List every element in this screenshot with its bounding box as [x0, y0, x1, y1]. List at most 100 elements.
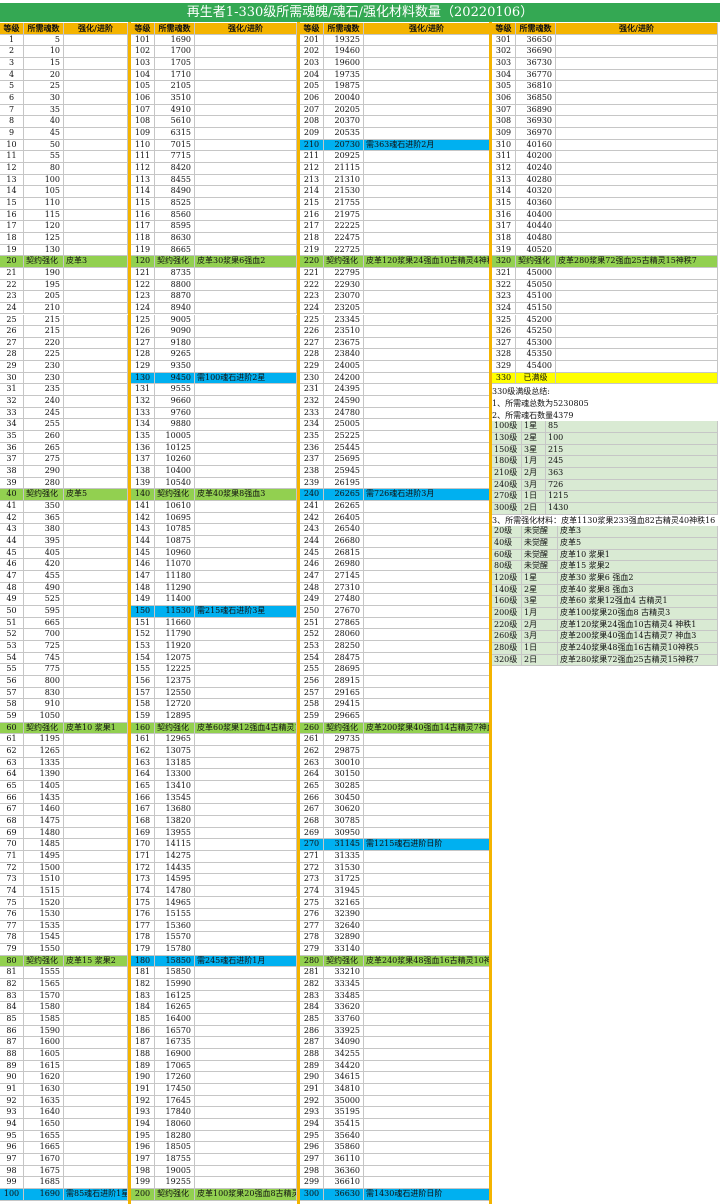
- level-cell: 207: [300, 104, 324, 117]
- upgrade-cell: [195, 1084, 297, 1096]
- level-cell: 100: [0, 1189, 24, 1201]
- level-cell: 158: [131, 699, 155, 711]
- upgrade-cell: [364, 932, 490, 945]
- contract-label: 契约强化: [24, 256, 64, 268]
- upgrade-cell: [556, 186, 718, 198]
- souls-cell: 1475: [24, 815, 64, 828]
- upgrade-cell: [195, 944, 297, 956]
- souls-cell: 29875: [324, 745, 364, 758]
- upgrade-cell: [195, 291, 297, 303]
- upgrade-cell: [364, 326, 490, 338]
- level-cell: 236: [300, 442, 324, 455]
- level-cell: 184: [131, 1002, 155, 1015]
- level-cell: 121: [131, 267, 155, 280]
- upgrade-cell: [195, 314, 297, 327]
- material-cell: 皮革40 浆果8 强血3: [558, 584, 718, 597]
- souls-cell: 9090: [155, 326, 195, 338]
- upgrade-cell: [64, 314, 128, 327]
- upgrade-cell: [195, 710, 297, 723]
- upgrade-cell: [364, 1177, 490, 1189]
- material-cell: 皮革5: [558, 538, 718, 550]
- souls-cell: 15570: [155, 932, 195, 945]
- level-cell: 202: [300, 46, 324, 58]
- upgrade-cell: [195, 850, 297, 863]
- souls-cell: 26815: [324, 547, 364, 560]
- upgrade-cell: [364, 221, 490, 233]
- level-cell: 208: [300, 116, 324, 128]
- souls-cell: 490: [24, 582, 64, 595]
- upgrade-cell: [195, 594, 297, 606]
- upgrade-cell: [556, 127, 718, 140]
- souls-cell: 1460: [24, 804, 64, 816]
- upgrade-cell: [195, 92, 297, 105]
- material-cell: 60级: [492, 549, 522, 562]
- level-cell: 91: [0, 1084, 24, 1096]
- level-cell: 330: [492, 372, 516, 385]
- souls-cell: 80: [24, 162, 64, 175]
- level-cell: 19: [0, 244, 24, 257]
- souls-cell: 40240: [516, 162, 556, 175]
- souls-cell: 190: [24, 267, 64, 280]
- upgrade-cell: [195, 757, 297, 770]
- upgrade-cell: [195, 326, 297, 338]
- level-cell: 139: [131, 477, 155, 490]
- upgrade-cell: [556, 326, 718, 338]
- souls-cell: 25945: [324, 466, 364, 478]
- level-cell: 127: [131, 337, 155, 350]
- souls-cell: 34810: [324, 1084, 364, 1096]
- header-souls: 所需魂数: [324, 23, 364, 35]
- souls-cell: 8525: [155, 197, 195, 210]
- souls-cell: 36610: [324, 1177, 364, 1189]
- level-cell: 122: [131, 279, 155, 292]
- level-cell: 118: [131, 232, 155, 245]
- souls-cell: 800: [24, 675, 64, 688]
- level-cell: 210: [300, 139, 324, 152]
- upgrade-cell: [195, 1002, 297, 1015]
- souls-cell: 28915: [324, 675, 364, 688]
- upgrade-cell: [364, 710, 490, 723]
- upgrade-cell: [364, 652, 490, 665]
- upgrade-cell: [64, 827, 128, 840]
- stone-cell: 3月: [522, 479, 546, 492]
- level-cell: 141: [131, 501, 155, 513]
- level-cell: 299: [300, 1177, 324, 1189]
- souls-cell: 265: [24, 442, 64, 455]
- level-cell: 314: [492, 186, 516, 198]
- souls-cell: 16125: [155, 990, 195, 1003]
- upgrade-cell: [556, 162, 718, 175]
- level-cell: 92: [0, 1095, 24, 1108]
- upgrade-cell: [64, 1095, 128, 1108]
- level-cell: 154: [131, 652, 155, 665]
- upgrade-cell: [195, 559, 297, 572]
- upgrade-cell: [64, 1084, 128, 1096]
- level-cell: 282: [300, 979, 324, 991]
- level-cell: 250: [300, 606, 324, 618]
- level-cell: 283: [300, 990, 324, 1003]
- level-cell: 241: [300, 501, 324, 513]
- souls-cell: 1555: [24, 967, 64, 980]
- level-cell: 105: [131, 81, 155, 93]
- level-cell: 144: [131, 536, 155, 548]
- upgrade-cell: [195, 34, 297, 47]
- souls-cell: 365: [24, 512, 64, 525]
- level-cell: 134: [131, 419, 155, 432]
- level-cell: 24: [0, 302, 24, 315]
- souls-cell: 5610: [155, 116, 195, 128]
- material-cell: 3月: [522, 631, 558, 643]
- upgrade-cell: [195, 675, 297, 688]
- upgrade-cell: [556, 279, 718, 292]
- upgrade-cell: [364, 127, 490, 140]
- level-cell: 14: [0, 186, 24, 198]
- level-cell: 222: [300, 279, 324, 292]
- souls-cell: 30: [24, 92, 64, 105]
- souls-cell: 230: [24, 361, 64, 373]
- level-cell: 277: [300, 920, 324, 933]
- level-cell: 240: [300, 489, 324, 502]
- souls-cell: 1600: [24, 1037, 64, 1050]
- level-cell: 47: [0, 571, 24, 583]
- upgrade-cell: [364, 664, 490, 676]
- material-cell: 40级: [492, 538, 522, 550]
- level-cell: 43: [0, 524, 24, 537]
- upgrade-cell: [195, 267, 297, 280]
- upgrade-cell: [64, 372, 128, 385]
